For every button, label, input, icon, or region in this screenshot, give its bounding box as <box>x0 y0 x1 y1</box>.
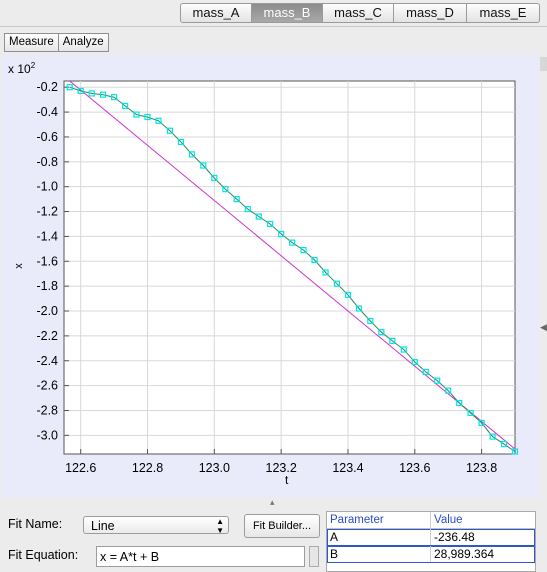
table-row[interactable]: A -236.48 <box>327 529 535 546</box>
y-tick-label: -2.8 <box>36 403 58 417</box>
y-tick-label: -0.6 <box>36 130 58 144</box>
equation-side-button[interactable] <box>309 546 319 567</box>
x-tick-label: 123.0 <box>199 461 230 475</box>
x-tick-label: 123.4 <box>332 461 363 475</box>
y-tick-label: -3.0 <box>36 428 58 442</box>
toolbar: Measure Analyze <box>4 33 109 52</box>
y-tick-label: -2.4 <box>36 354 58 368</box>
tab-mass-c[interactable]: mass_C <box>323 3 394 23</box>
fit-name-dropdown[interactable]: Line ▲ ▼ <box>83 516 229 535</box>
y-tick-label: -1.2 <box>36 205 58 219</box>
param-name-cell: B <box>330 547 339 561</box>
y-tick-label: -0.4 <box>36 105 58 119</box>
column-header-parameter[interactable]: Parameter <box>327 512 430 528</box>
select-arrows-icon: ▲ ▼ <box>216 517 224 535</box>
y-tick-label: -2.2 <box>36 329 58 343</box>
fit-panel: Fit Name: Line ▲ ▼ Fit Builder... Fit Equ… <box>4 508 322 572</box>
panel-edge-handle[interactable] <box>540 57 547 71</box>
y-tick-label: -0.2 <box>36 80 58 94</box>
y-tick-label: -1.8 <box>36 279 58 293</box>
param-value-cell[interactable]: -236.48 <box>430 529 535 545</box>
splitter-handle[interactable]: ▴ <box>270 498 275 507</box>
x-tick-label: 122.8 <box>132 461 163 475</box>
column-header-value[interactable]: Value <box>430 512 535 528</box>
fit-equation-row: Fit Equation: x = A*t + B <box>4 541 322 569</box>
measure-button[interactable]: Measure <box>4 33 59 52</box>
x-tick-label: 123.2 <box>266 461 297 475</box>
fit-name-value: Line <box>91 519 115 533</box>
parameter-table: Parameter Value A -236.48 B 28,989.364 <box>326 511 536 572</box>
y-tick-label: -1.4 <box>36 229 58 243</box>
tab-mass-b[interactable]: mass_B <box>252 3 323 23</box>
tab-mass-d[interactable]: mass_D <box>394 3 467 23</box>
x-tick-label: 122.6 <box>65 461 96 475</box>
fit-equation-label: Fit Equation: <box>8 548 79 562</box>
tab-bar: mass_A mass_B mass_C mass_D mass_E <box>180 3 540 23</box>
fit-equation-input[interactable]: x = A*t + B <box>96 546 305 567</box>
tab-mass-a[interactable]: mass_A <box>180 3 252 23</box>
y-axis-label: x <box>12 263 25 269</box>
fit-builder-button[interactable]: Fit Builder... <box>244 514 320 538</box>
x-axis-label: t <box>285 473 289 487</box>
fit-name-row: Fit Name: Line ▲ ▼ Fit Builder... <box>4 510 322 538</box>
param-value-cell[interactable]: 28,989.364 <box>430 546 535 562</box>
y-tick-label: -0.8 <box>36 155 58 169</box>
tab-mass-e[interactable]: mass_E <box>467 3 540 23</box>
axis-scale-label: x 102 <box>8 61 36 76</box>
tab-divider <box>0 26 547 27</box>
x-tick-label: 123.8 <box>466 461 497 475</box>
fit-name-label: Fit Name: <box>8 517 63 531</box>
y-tick-label: -1.6 <box>36 254 58 268</box>
collapse-arrow-icon[interactable]: ◀ <box>540 322 547 333</box>
plot-canvas[interactable]: 122.6 122.8 123.0 123.2 123.4 123.6 123.8 -0.2 -… <box>2 55 539 498</box>
analyze-button[interactable]: Analyze <box>58 33 109 52</box>
y-tick-label: -1.0 <box>36 180 58 194</box>
x-tick-label: 123.6 <box>399 461 430 475</box>
plot-panel[interactable]: 122.6 122.8 123.0 123.2 123.4 123.6 123.8 -0.2 -… <box>2 55 539 498</box>
y-tick-label: -2.6 <box>36 379 58 393</box>
y-tick-label: -2.0 <box>36 304 58 318</box>
table-header: Parameter Value <box>327 512 535 529</box>
table-row[interactable]: B 28,989.364 <box>327 546 535 563</box>
param-name-cell: A <box>330 530 339 544</box>
